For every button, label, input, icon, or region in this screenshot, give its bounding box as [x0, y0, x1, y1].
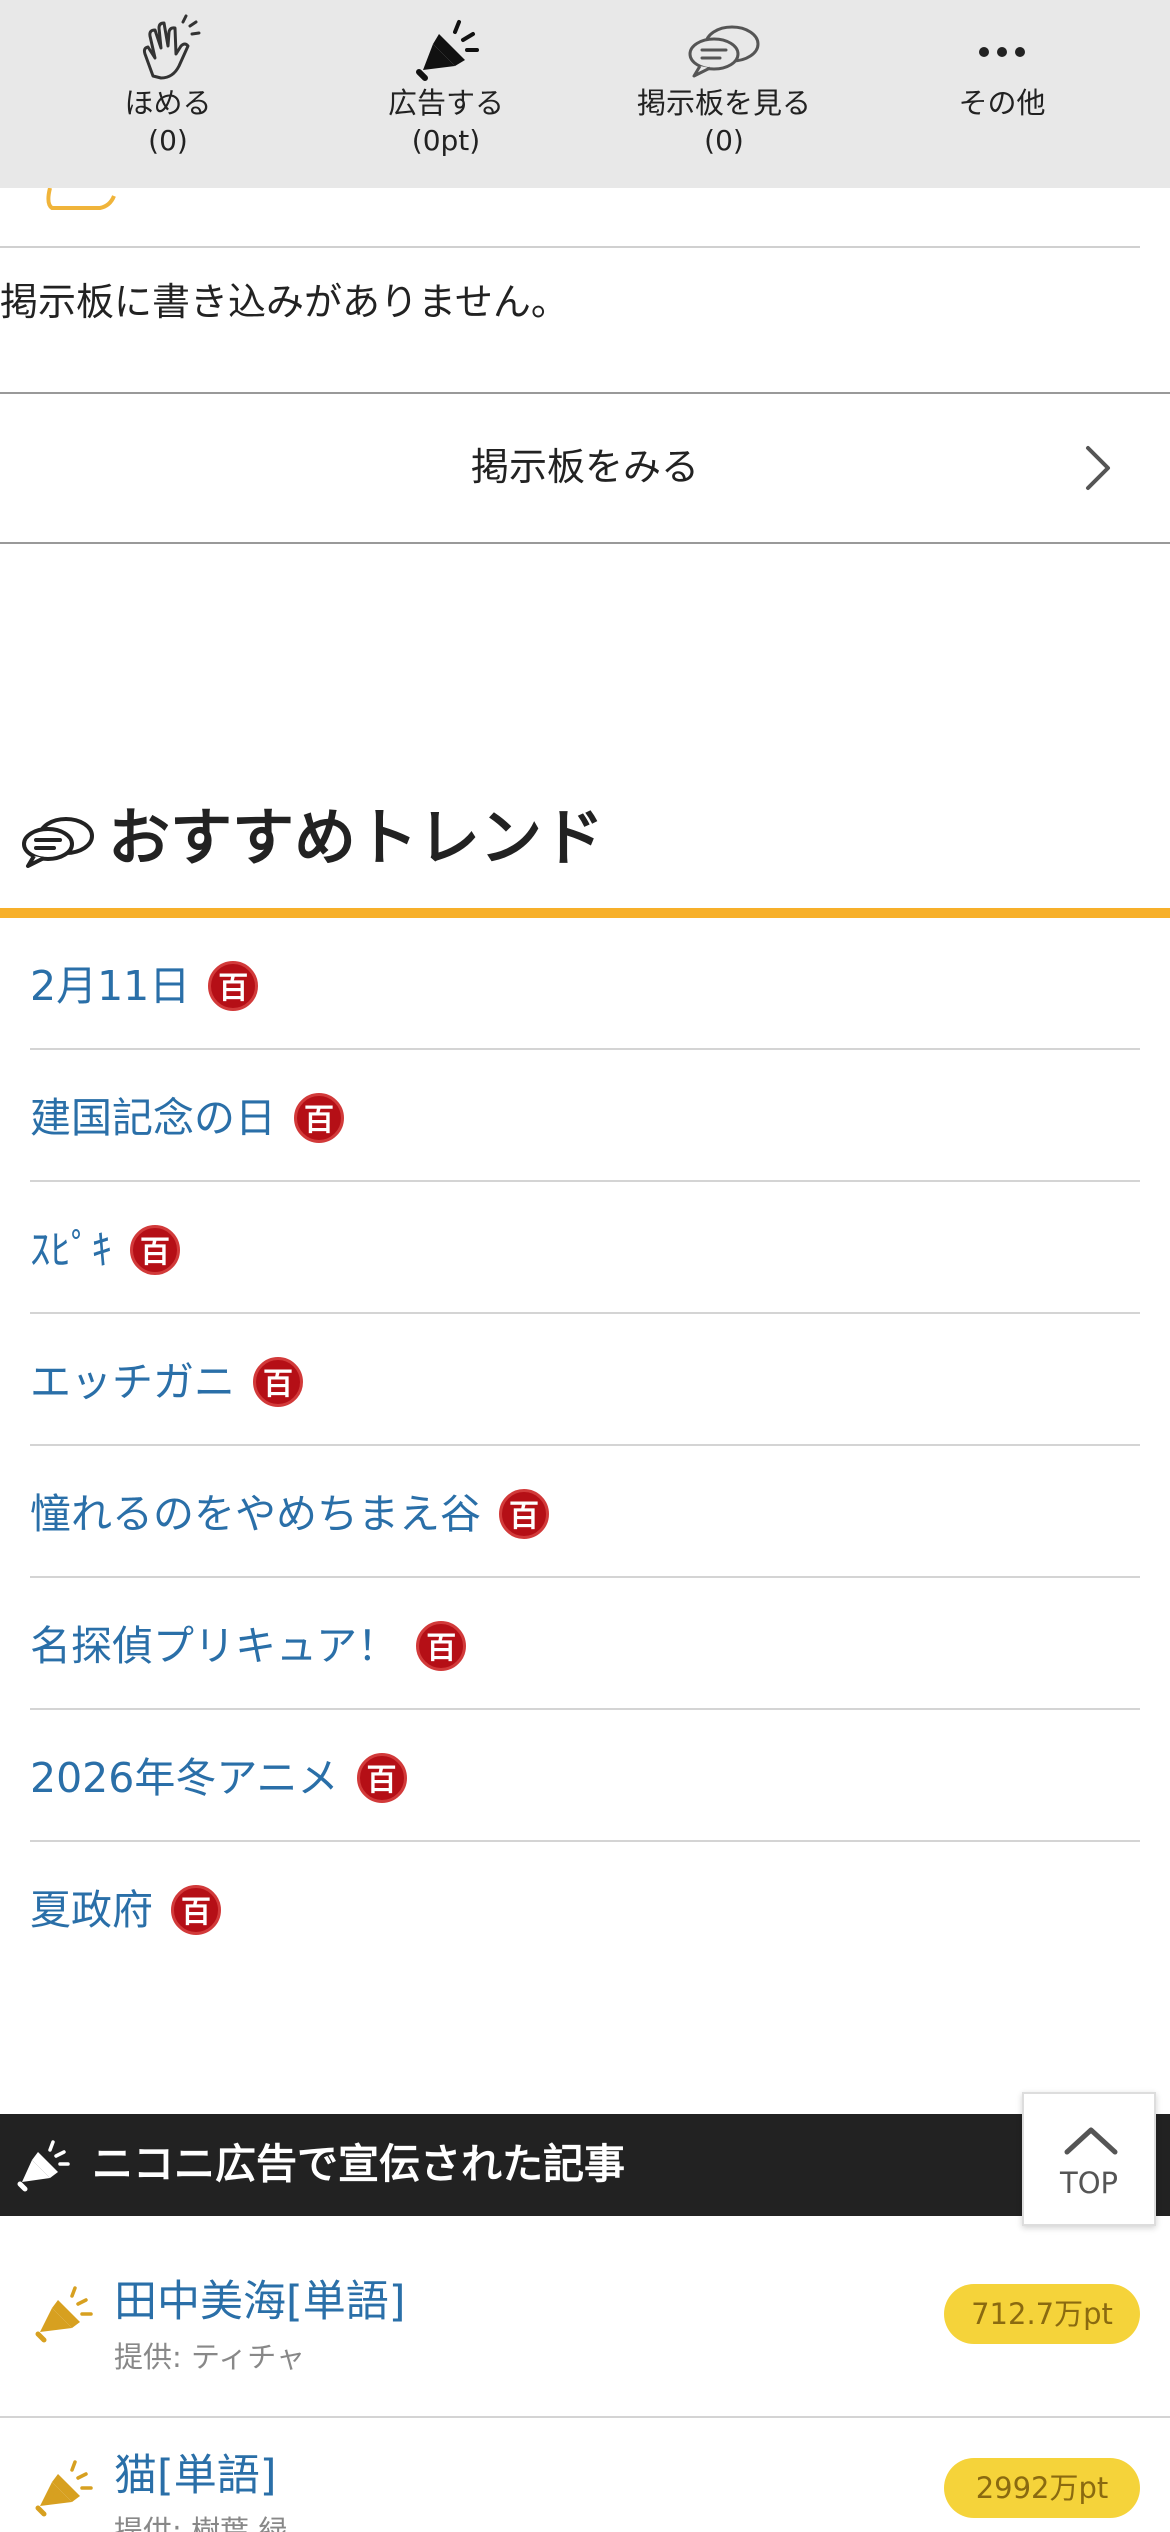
trend-label: 夏政府 — [30, 1886, 153, 1934]
scroll-top-button[interactable]: TOP — [1022, 2092, 1156, 2226]
list-item: ｽﾋﾟｷ 百 — [30, 1182, 1140, 1314]
list-item: 建国記念の日百 — [30, 1050, 1140, 1182]
advertise-count: (0pt) — [411, 124, 481, 157]
trend-link[interactable]: ｽﾋﾟｷ 百 — [30, 1220, 180, 1280]
ad-article-row[interactable]: 田中美海[単語] 提供: ティチャ 712.7万pt — [0, 2246, 1170, 2418]
list-item: 2月11日百 — [30, 918, 1140, 1050]
encyclopedia-badge-icon: 百 — [294, 1093, 344, 1143]
encyclopedia-badge-icon: 百 — [416, 1621, 467, 1671]
encyclopedia-badge-icon: 百 — [171, 1885, 221, 1935]
trend-label: 建国記念の日 — [30, 1094, 276, 1142]
ad-article-sponsor: 提供: 樹葉 緑 — [114, 2514, 288, 2532]
ad-points-badge: 712.7万pt — [944, 2284, 1140, 2344]
megaphone-icon — [17, 2140, 70, 2192]
encyclopedia-badge-icon: 百 — [208, 961, 259, 1011]
encyclopedia-badge-icon: 百 — [253, 1357, 303, 1407]
list-item: 2026年冬アニメ百 — [30, 1710, 1140, 1842]
ad-article-sponsor: 提供: ティチャ — [114, 2340, 305, 2374]
trend-link[interactable]: エッチガニ百 — [30, 1352, 303, 1412]
view-board-link[interactable]: 掲示板をみる — [0, 392, 1170, 544]
ad-article-title[interactable]: 猫[単語] — [114, 2446, 277, 2506]
more-label: その他 — [958, 86, 1046, 120]
trend-link[interactable]: 2026年冬アニメ百 — [30, 1748, 407, 1808]
ad-article-title[interactable]: 田中美海[単語] — [114, 2272, 406, 2332]
more-dots-icon — [979, 47, 1025, 57]
view-board-label: 掲示板を見る — [636, 86, 811, 120]
advertise-label: 広告する — [387, 86, 504, 120]
trend-label: 2026年冬アニメ — [30, 1754, 339, 1802]
board-divider — [0, 246, 1140, 248]
trend-list: 2月11日百 建国記念の日百 ｽﾋﾟｷ百 エッチガニ百 憧れるのをやめちまえ谷百… — [30, 918, 1140, 1974]
trend-label: 名探偵プリキュア！ — [30, 1622, 399, 1670]
encyclopedia-badge-icon: 百 — [499, 1489, 549, 1539]
trend-link[interactable]: 名探偵プリキュア！ 百 — [30, 1616, 467, 1676]
trend-label: ｽﾋﾟｷ — [30, 1226, 112, 1274]
list-item: エッチガニ百 — [30, 1314, 1140, 1446]
list-item: 名探偵プリキュア！ 百 — [30, 1578, 1140, 1710]
trend-label: 2月11日 — [30, 962, 191, 1010]
view-board-count: (0) — [704, 124, 744, 157]
praise-button[interactable]: ほめる (0) — [48, 14, 288, 160]
board-header-icon — [46, 188, 116, 210]
chevron-up-icon — [1064, 2127, 1118, 2155]
scroll-top-label: TOP — [1059, 2166, 1119, 2200]
megaphone-icon — [416, 20, 479, 81]
megaphone-icon — [35, 2286, 93, 2343]
board-header-remnant — [40, 188, 340, 210]
megaphone-icon — [35, 2460, 93, 2517]
trend-link[interactable]: 憧れるのをやめちまえ谷百 — [30, 1484, 549, 1544]
trend-header-rule — [0, 908, 1170, 918]
trend-link[interactable]: 建国記念の日百 — [30, 1088, 344, 1148]
trend-link[interactable]: 2月11日百 — [30, 956, 259, 1016]
clap-hands-icon — [142, 14, 201, 80]
ad-article-row[interactable]: 猫[単語] 提供: 樹葉 緑 2992万pt — [0, 2420, 1170, 2532]
chat-bubbles-icon — [22, 817, 94, 868]
praise-count: (0) — [148, 124, 188, 157]
advertise-button[interactable]: 広告する (0pt) — [326, 14, 566, 160]
encyclopedia-badge-icon: 百 — [356, 1753, 407, 1803]
chevron-right-icon — [1086, 446, 1110, 490]
trend-label: 憧れるのをやめちまえ谷 — [30, 1490, 481, 1538]
trend-section-title: おすすめトレンド — [108, 801, 605, 874]
ad-points-badge: 2992万pt — [944, 2458, 1140, 2518]
ad-section-header: ニコニ広告で宣伝された記事 — [0, 2114, 1170, 2216]
encyclopedia-badge-icon: 百 — [130, 1225, 180, 1275]
list-item: 憧れるのをやめちまえ谷百 — [30, 1446, 1140, 1578]
trend-label: エッチガニ — [30, 1358, 235, 1406]
chat-bubbles-icon — [688, 25, 760, 78]
ad-section-title: ニコニ広告で宣伝された記事 — [92, 2140, 625, 2188]
action-toolbar: ほめる (0) 広告する (0pt) 掲示板を見る (0) その他 — [0, 0, 1170, 188]
board-empty-message: 掲示板に書き込みがありません。 — [0, 280, 569, 324]
view-board-link-label: 掲示板をみる — [470, 445, 699, 489]
list-item: 夏政府百 — [30, 1842, 1140, 1974]
trend-link[interactable]: 夏政府百 — [30, 1880, 221, 1940]
more-button[interactable]: その他 — [882, 14, 1122, 122]
praise-label: ほめる — [124, 86, 212, 120]
view-board-button[interactable]: 掲示板を見る (0) — [604, 14, 844, 160]
